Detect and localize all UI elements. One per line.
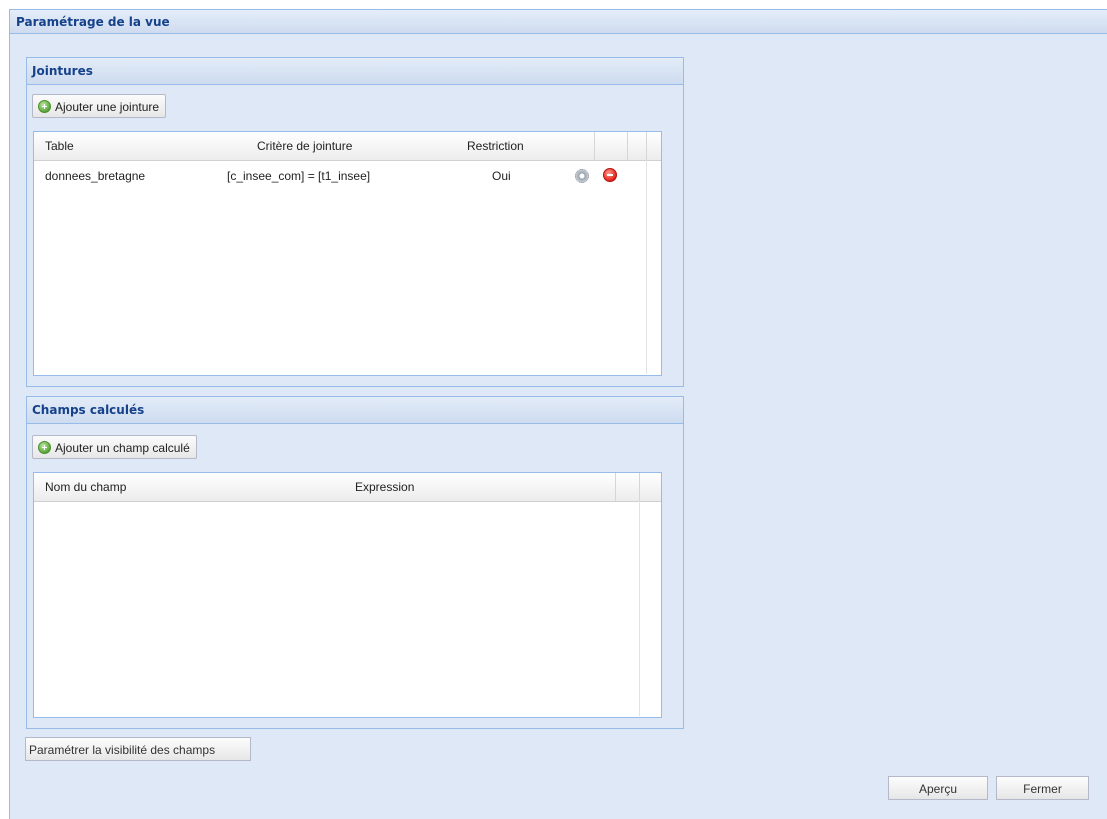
add-calculated-field-button[interactable]: Ajouter un champ calculé (32, 435, 197, 459)
field-visibility-label: Paramétrer la visibilité des champs (29, 743, 216, 757)
calculated-fields-grid: Nom du champ Expression (33, 472, 662, 718)
close-button[interactable]: Fermer (996, 776, 1089, 800)
add-join-label: Ajouter une jointure (55, 100, 160, 114)
window-title: Paramétrage de la vue (10, 10, 1107, 34)
column-separator (639, 473, 640, 501)
calculated-fields-panel: Champs calculés Ajouter un champ calculé… (26, 396, 684, 729)
preview-button[interactable]: Aperçu (888, 776, 988, 800)
add-join-button[interactable]: Ajouter une jointure (32, 94, 167, 118)
column-separator (627, 132, 628, 160)
column-separator (615, 473, 616, 501)
row-criterion: [c_insee_com] = [t1_insee] (227, 169, 371, 183)
close-label: Fermer (1023, 782, 1062, 796)
column-header-table[interactable]: Table (45, 132, 74, 160)
row-restriction: Oui (492, 169, 511, 183)
add-calculated-field-label: Ajouter un champ calculé (55, 441, 190, 455)
delete-icon[interactable] (603, 168, 617, 182)
column-separator (594, 132, 595, 160)
gear-icon[interactable] (575, 169, 589, 183)
preview-label: Aperçu (918, 782, 958, 796)
column-separator (646, 132, 647, 160)
joins-panel-header: Jointures (27, 58, 683, 85)
grid-right-edge (639, 501, 640, 716)
plus-icon (38, 441, 51, 454)
table-row[interactable]: donnees_bretagne [c_insee_com] = [t1_ins… (34, 165, 646, 187)
plus-icon (38, 100, 51, 113)
row-table: donnees_bretagne (45, 169, 146, 183)
column-header-expression[interactable]: Expression (355, 473, 414, 501)
column-header-field-name[interactable]: Nom du champ (45, 473, 126, 501)
calculated-grid-header: Nom du champ Expression (34, 473, 661, 502)
field-visibility-button[interactable]: Paramétrer la visibilité des champs (25, 737, 251, 761)
grid-right-edge (646, 160, 647, 374)
joins-grid: Table Critère de jointure Restriction do… (33, 131, 662, 376)
calculated-fields-panel-header: Champs calculés (27, 397, 683, 424)
column-header-restriction[interactable]: Restriction (467, 132, 524, 160)
column-header-criterion[interactable]: Critère de jointure (257, 132, 352, 160)
view-settings-window: Paramétrage de la vue Jointures Ajouter … (9, 9, 1107, 819)
joins-panel: Jointures Ajouter une jointure Table Cri… (26, 57, 684, 387)
joins-grid-header: Table Critère de jointure Restriction (34, 132, 661, 161)
